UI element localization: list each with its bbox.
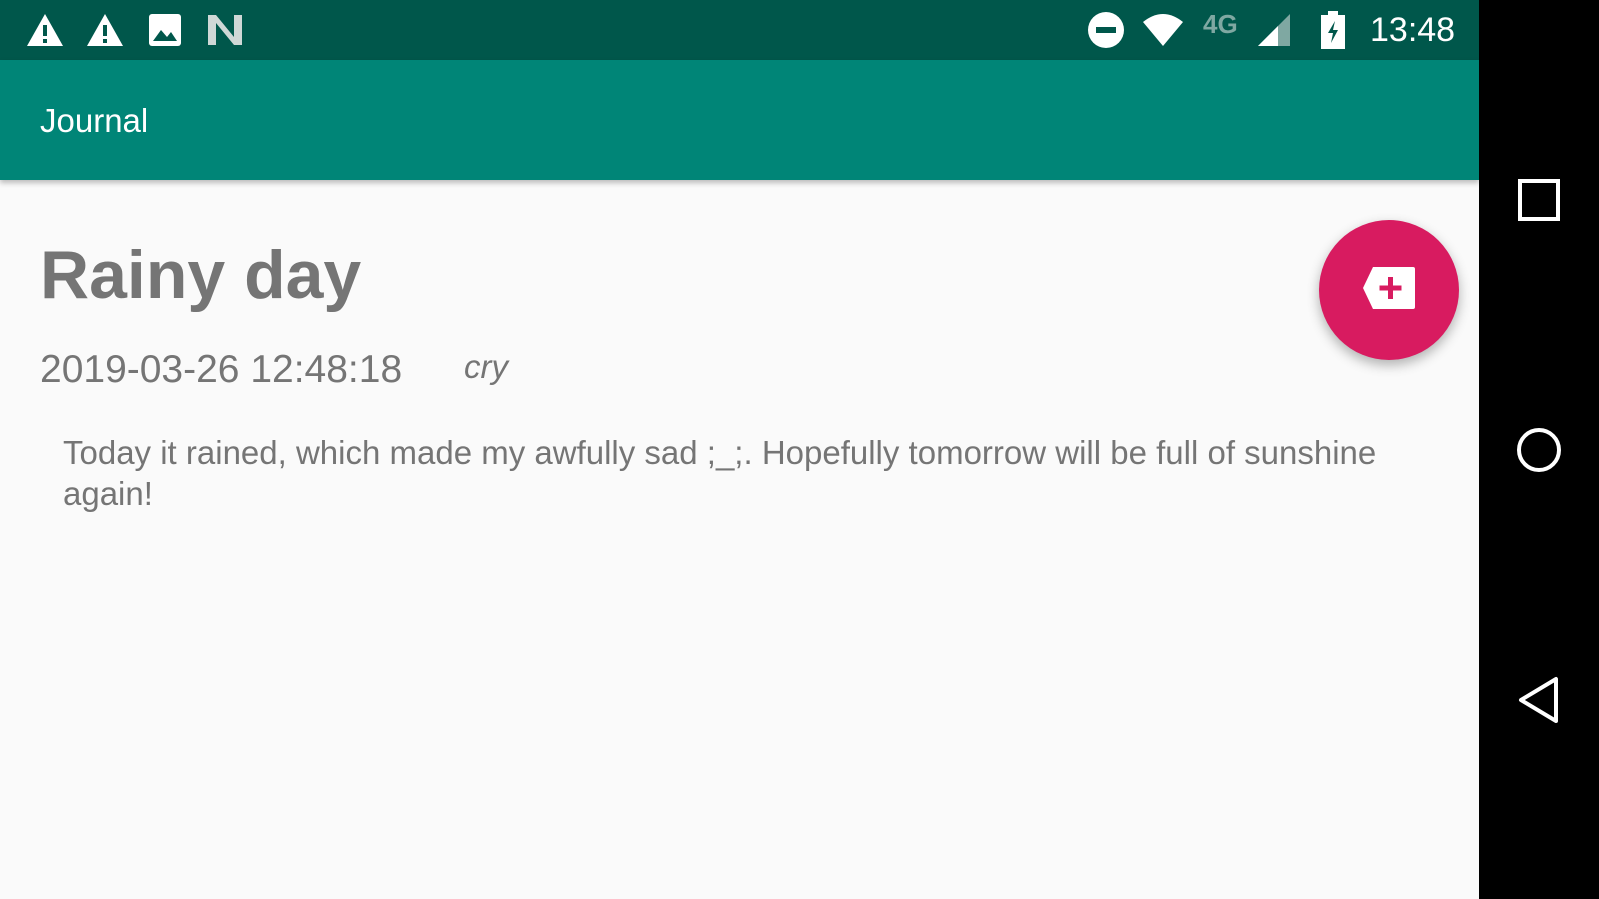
warning-icon <box>85 12 125 48</box>
app-bar: Journal <box>0 60 1479 180</box>
status-bar: 4G 13:48 <box>0 0 1479 60</box>
entry-mood: cry <box>464 348 508 385</box>
back-button[interactable] <box>1514 675 1564 725</box>
clock: 13:48 <box>1370 10 1456 49</box>
recents-button[interactable] <box>1514 175 1564 225</box>
entry-body: Today it rained, which made my awfully s… <box>63 434 1377 512</box>
do-not-disturb-icon <box>1087 12 1125 48</box>
n-icon <box>206 12 244 48</box>
battery-charging-icon <box>1320 11 1346 49</box>
navigation-bar <box>1479 0 1599 899</box>
entry-datetime: 2019-03-26 12:48:18 <box>40 348 403 391</box>
network-type: 4G <box>1203 8 1238 39</box>
new-label-icon <box>1361 265 1417 316</box>
home-button[interactable] <box>1514 425 1564 475</box>
wifi-icon <box>1141 12 1185 48</box>
screen: 4G 13:48 Journal Rainy day 2019-03-26 12… <box>0 0 1479 899</box>
app-title: Journal <box>40 102 149 139</box>
add-entry-button[interactable] <box>1319 220 1459 360</box>
image-icon <box>148 12 182 48</box>
signal-icon <box>1256 12 1292 48</box>
warning-icon <box>25 12 65 48</box>
entry-title: Rainy day <box>40 237 362 313</box>
